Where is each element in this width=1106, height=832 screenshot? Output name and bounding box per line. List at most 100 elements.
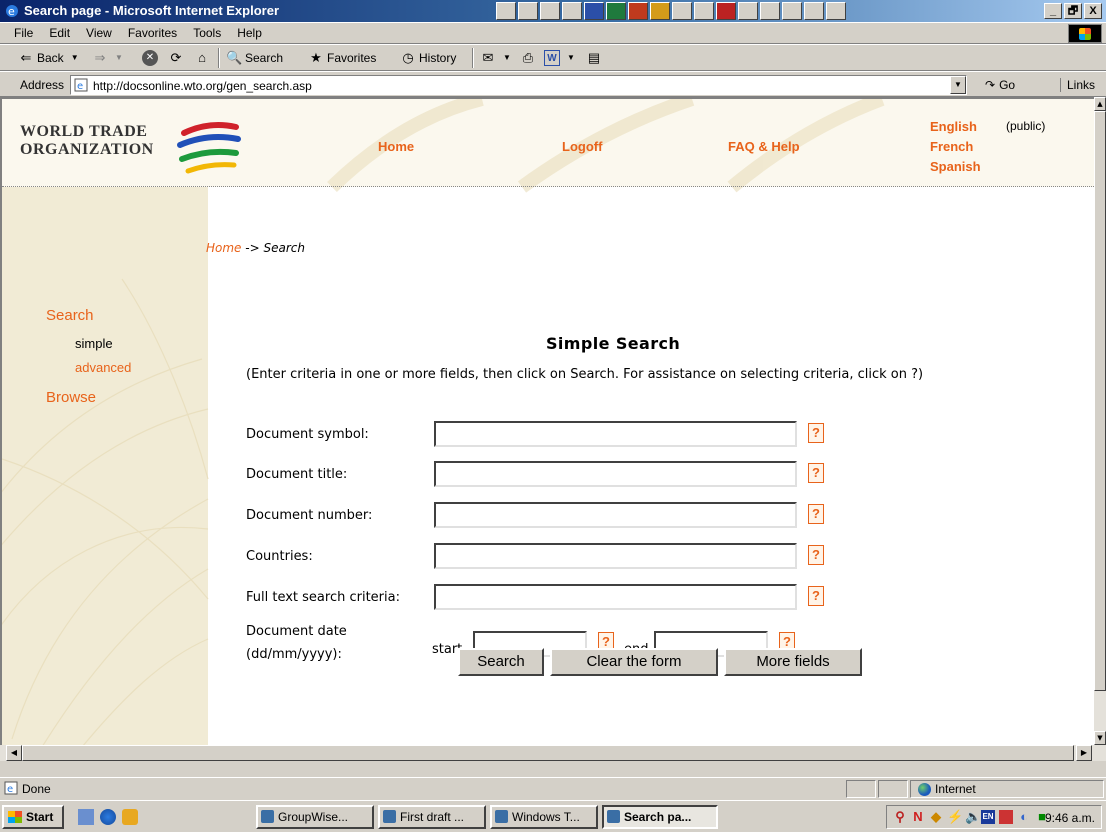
app-icon[interactable] xyxy=(760,2,780,20)
norton-icon[interactable]: N xyxy=(911,810,925,824)
task-groupwise[interactable]: GroupWise... xyxy=(256,805,374,829)
menu-edit[interactable]: Edit xyxy=(41,23,78,40)
tray-icon[interactable] xyxy=(999,810,1013,824)
app-icon[interactable] xyxy=(782,2,802,20)
menu-tools[interactable]: Tools xyxy=(185,23,229,40)
address-dropdown-button[interactable]: ▼ xyxy=(950,76,966,94)
print-button[interactable]: ⎙ xyxy=(520,50,536,66)
svg-text:e: e xyxy=(8,5,15,18)
breadcrumb-home-link[interactable]: Home xyxy=(206,241,241,255)
menu-help[interactable]: Help xyxy=(229,23,270,40)
word-edit-icon: W xyxy=(544,50,560,66)
scroll-right-arrow-icon[interactable]: ▶ xyxy=(1076,745,1092,761)
horizontal-scroll-thumb[interactable] xyxy=(22,745,1074,761)
history-button[interactable]: ◷ History xyxy=(400,50,456,66)
title-bar[interactable]: e Search page - Microsoft Internet Explo… xyxy=(0,0,1106,22)
edit-button[interactable]: W ▼ xyxy=(544,50,579,66)
help-icon[interactable]: ? xyxy=(808,463,824,483)
app-icon[interactable] xyxy=(562,2,582,20)
close-button[interactable]: X xyxy=(1084,3,1102,19)
search-button[interactable]: 🔍 Search xyxy=(226,50,283,66)
restore-button[interactable]: 🗗 xyxy=(1064,3,1082,19)
countries-label: Countries: xyxy=(246,549,313,564)
app-icon[interactable] xyxy=(496,2,516,20)
app-icon[interactable] xyxy=(518,2,538,20)
address-input[interactable]: e http://docsonline.wto.org/gen_search.a… xyxy=(70,75,967,95)
acrobat-icon[interactable] xyxy=(716,2,736,20)
app-icon[interactable] xyxy=(738,2,758,20)
menu-favorites[interactable]: Favorites xyxy=(120,23,185,40)
volume-icon[interactable]: 🔈 xyxy=(965,810,981,824)
more-fields-button[interactable]: More fields xyxy=(724,648,862,676)
help-icon[interactable]: ? xyxy=(808,586,824,606)
discuss-button[interactable]: ▤ xyxy=(586,50,602,66)
task-first-draft[interactable]: First draft ... xyxy=(378,805,486,829)
tray-icon[interactable]: ⚡ xyxy=(947,810,963,824)
outlook-icon[interactable] xyxy=(650,2,670,20)
vertical-scrollbar[interactable]: ▲ ▼ xyxy=(1094,97,1106,745)
sidebar-item-search[interactable]: Search xyxy=(46,307,94,324)
start-button[interactable]: Start xyxy=(2,805,64,829)
scroll-down-arrow-icon[interactable]: ▼ xyxy=(1094,731,1106,745)
lang-french-link[interactable]: French xyxy=(930,139,973,154)
minimize-button[interactable]: _ xyxy=(1044,3,1062,19)
favorites-button[interactable]: ★ Favorites xyxy=(308,50,376,66)
back-button[interactable]: ⇐ Back ▼ xyxy=(18,50,83,66)
stop-button[interactable]: ✕ xyxy=(142,50,158,66)
full-text-input[interactable] xyxy=(434,584,797,610)
show-desktop-icon[interactable] xyxy=(78,809,94,825)
document-title-input[interactable] xyxy=(434,461,797,487)
document-title-label: Document title: xyxy=(246,467,348,482)
document-symbol-input[interactable] xyxy=(434,421,797,447)
lang-english-link[interactable]: English xyxy=(930,119,977,134)
sidebar-item-advanced[interactable]: advanced xyxy=(75,360,131,375)
sidebar-item-simple[interactable]: simple xyxy=(75,336,113,351)
task-windows[interactable]: Windows T... xyxy=(490,805,598,829)
history-label: History xyxy=(419,51,457,65)
folder-icon[interactable] xyxy=(694,2,714,20)
outlook-icon[interactable] xyxy=(122,809,138,825)
app-icon[interactable] xyxy=(540,2,560,20)
word-icon[interactable] xyxy=(584,2,604,20)
help-icon[interactable]: ? xyxy=(808,545,824,565)
scroll-left-arrow-icon[interactable]: ◀ xyxy=(6,745,22,761)
powerpoint-icon[interactable] xyxy=(628,2,648,20)
status-bar: e Done Internet xyxy=(0,777,1106,799)
links-button[interactable]: Links xyxy=(1060,78,1095,92)
app-icon[interactable] xyxy=(826,2,846,20)
language-indicator-icon[interactable]: EN xyxy=(981,810,995,824)
horizontal-scrollbar[interactable]: ◀ ▶ xyxy=(0,745,1106,761)
nav-home-link[interactable]: Home xyxy=(378,139,414,154)
search-label: Search xyxy=(245,51,284,65)
app-icon[interactable] xyxy=(804,2,824,20)
refresh-button[interactable]: ⟳ xyxy=(168,50,184,66)
menu-view[interactable]: View xyxy=(78,23,120,40)
app-icon[interactable] xyxy=(672,2,692,20)
internet-explorer-icon[interactable] xyxy=(100,809,116,825)
tray-icon[interactable]: ⚲ xyxy=(893,810,907,824)
mail-button[interactable]: ✉ ▼ xyxy=(480,50,515,66)
sidebar-item-browse[interactable]: Browse xyxy=(46,389,96,406)
tray-icon[interactable]: ◆ xyxy=(929,810,943,824)
wto-logo[interactable]: WORLD TRADE ORGANIZATION xyxy=(20,123,154,159)
forward-button[interactable]: ⇒ ▼ xyxy=(92,50,127,66)
home-button[interactable]: ⌂ xyxy=(194,50,210,66)
clock: 9:46 a.m. xyxy=(1044,811,1095,825)
excel-icon[interactable] xyxy=(606,2,626,20)
tray-icon[interactable]: ◐ xyxy=(1017,810,1031,824)
countries-input[interactable] xyxy=(434,543,797,569)
task-search-page[interactable]: Search pa... xyxy=(602,805,718,829)
lang-spanish-link[interactable]: Spanish xyxy=(930,159,981,174)
document-number-input[interactable] xyxy=(434,502,797,528)
help-icon[interactable]: ? xyxy=(808,504,824,524)
scroll-up-arrow-icon[interactable]: ▲ xyxy=(1094,97,1106,111)
go-button[interactable]: ↷ Go xyxy=(985,78,1015,92)
nav-faq-help-link[interactable]: FAQ & Help xyxy=(728,139,800,154)
clear-form-button[interactable]: Clear the form xyxy=(550,648,718,676)
favorites-icon: ★ xyxy=(310,50,322,65)
vertical-scroll-thumb[interactable] xyxy=(1094,111,1106,691)
nav-logoff-link[interactable]: Logoff xyxy=(562,139,602,154)
menu-file[interactable]: File xyxy=(0,23,41,40)
search-submit-button[interactable]: Search xyxy=(458,648,544,676)
help-icon[interactable]: ? xyxy=(808,423,824,443)
